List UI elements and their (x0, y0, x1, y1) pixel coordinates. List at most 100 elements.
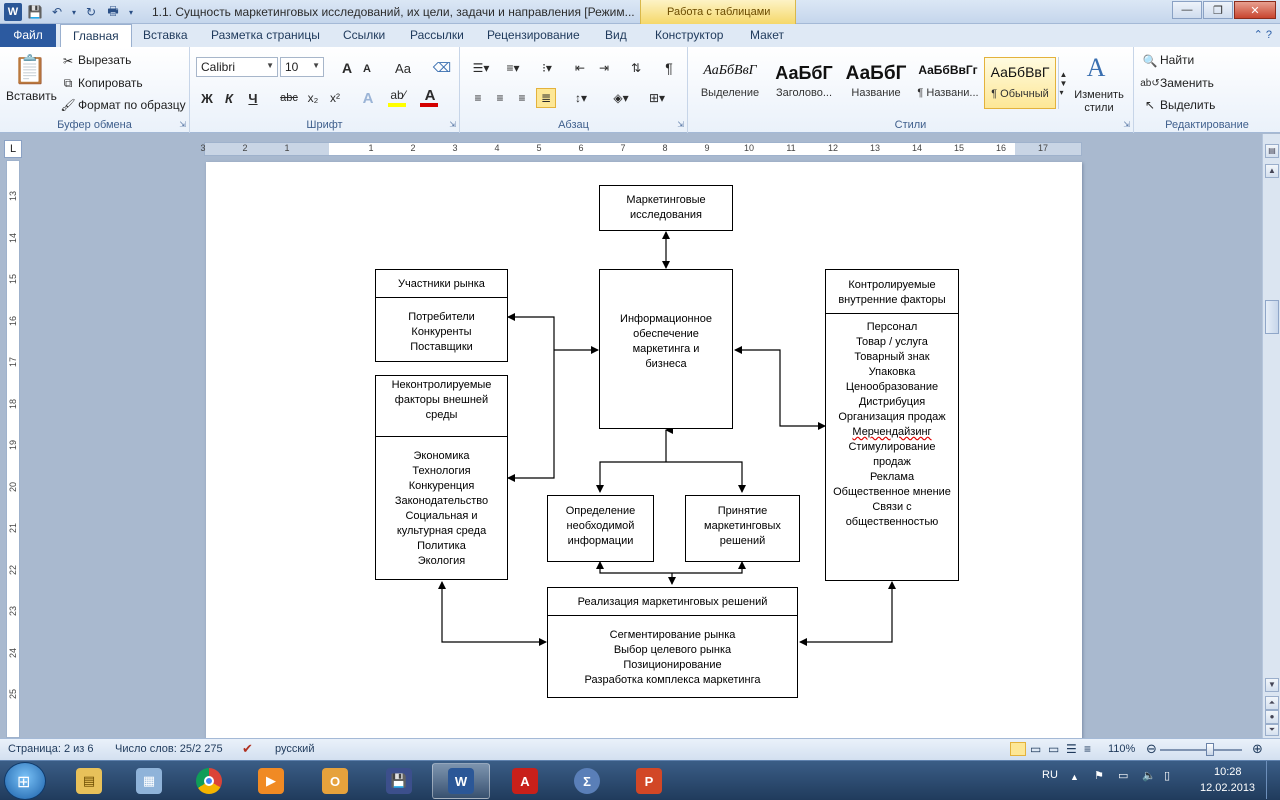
vertical-ruler[interactable]: 13 14 15 16 17 18 19 20 21 22 23 24 25 (6, 160, 20, 738)
ruler-toggle-icon[interactable]: ▤ (1265, 144, 1279, 158)
next-page-icon[interactable]: ⏷ (1265, 724, 1279, 736)
taskbar-powerpoint[interactable]: P (620, 763, 678, 799)
taskbar-calculator[interactable]: ▦ (120, 763, 178, 799)
clock-time[interactable]: 10:28 (1214, 766, 1242, 778)
cut-icon[interactable]: ✂ (60, 53, 76, 69)
web-layout-view-icon[interactable]: ▭ (1048, 742, 1059, 756)
proofing-icon[interactable]: ✔ (242, 741, 253, 757)
show-desktop-button[interactable] (1266, 761, 1278, 799)
replace-icon[interactable]: ab↺ (1140, 75, 1160, 91)
draft-view-icon[interactable]: ≡ (1084, 742, 1091, 756)
change-styles-icon[interactable]: A (1082, 53, 1110, 83)
full-screen-view-icon[interactable]: ▭ (1030, 742, 1041, 756)
scrollbar-thumb[interactable] (1265, 300, 1279, 334)
justify-icon[interactable]: ≣ (536, 88, 556, 108)
find-button[interactable]: Найти (1160, 53, 1194, 67)
dialog-launcher-icon[interactable]: ⇲ (677, 120, 684, 129)
superscript-icon[interactable]: x² (326, 89, 344, 107)
select-icon[interactable]: ↖ (1142, 97, 1158, 113)
paste-icon[interactable]: 📋 (12, 51, 48, 87)
document-page[interactable]: Маркетинговые исследования Информационно… (206, 162, 1082, 738)
taskbar-explorer[interactable]: ▤ (60, 763, 118, 799)
underline-icon[interactable]: Ч (244, 89, 262, 107)
minimize-button[interactable]: — (1172, 1, 1202, 19)
volume-icon[interactable]: 🔈 (1142, 769, 1156, 782)
align-left-icon[interactable]: ≡ (468, 89, 488, 107)
grow-font-icon[interactable]: A (338, 59, 356, 77)
language-indicator[interactable]: русский (275, 743, 314, 755)
style-emphasis[interactable]: АаБбВвГ Выделение (694, 57, 766, 109)
bullets-icon[interactable]: ☰▾ (468, 59, 494, 77)
zoom-slider-track[interactable] (1160, 749, 1242, 751)
multilevel-list-icon[interactable]: ⁝▾ (534, 59, 560, 77)
taskbar-word[interactable]: W (432, 763, 490, 799)
outline-view-icon[interactable]: ☰ (1066, 742, 1077, 756)
word-app-icon[interactable]: W (4, 3, 22, 21)
scroll-down-icon[interactable]: ▼ (1265, 678, 1279, 692)
tab-insert[interactable]: Вставка (143, 28, 188, 42)
taskbar-chrome[interactable] (180, 763, 238, 799)
dialog-launcher-icon[interactable]: ⇲ (449, 120, 456, 129)
highlight-icon[interactable]: ab⁄ (388, 87, 408, 103)
style-normal[interactable]: АаБбВвГ ¶ Обычный (984, 57, 1056, 109)
taskbar-math[interactable]: Σ (558, 763, 616, 799)
browse-object-icon[interactable]: ● (1265, 710, 1279, 724)
tab-file[interactable]: Файл (0, 24, 56, 47)
subscript-icon[interactable]: x₂ (304, 89, 322, 107)
undo-icon[interactable]: ↶ (48, 3, 66, 21)
print-layout-view-icon[interactable] (1010, 742, 1026, 756)
tab-stop-selector[interactable]: L (4, 140, 22, 158)
tab-view[interactable]: Вид (605, 28, 627, 42)
tray-expand-icon[interactable]: ▲ (1070, 772, 1079, 782)
tab-layout[interactable]: Макет (750, 28, 784, 42)
style-caption[interactable]: АаБбВвГг ¶ Названи... (912, 57, 984, 109)
page-counter[interactable]: Страница: 2 из 6 (8, 743, 94, 755)
tab-references[interactable]: Ссылки (343, 28, 385, 42)
tab-home[interactable]: Главная (60, 24, 132, 48)
network-icon[interactable]: ▭ (1118, 769, 1128, 782)
flag-icon[interactable]: ⚑ (1094, 769, 1104, 782)
format-painter-icon[interactable]: 🖌 (60, 97, 76, 113)
word-count[interactable]: Число слов: 25/2 275 (115, 743, 223, 755)
font-color-icon[interactable]: A (420, 87, 440, 104)
tab-page-layout[interactable]: Разметка страницы (211, 28, 320, 42)
borders-icon[interactable]: ⊞▾ (644, 89, 670, 107)
align-right-icon[interactable]: ≡ (512, 89, 532, 107)
tab-mailings[interactable]: Рассылки (410, 28, 464, 42)
start-button[interactable]: ⊞ (4, 762, 46, 800)
scroll-up-icon[interactable]: ▲ (1265, 164, 1279, 178)
font-name-combo[interactable]: Calibri ▼ (196, 57, 278, 77)
redo-icon[interactable]: ↻ (82, 3, 100, 21)
close-button[interactable]: ✕ (1234, 1, 1276, 19)
device-icon[interactable]: ▯ (1164, 769, 1170, 782)
zoom-level[interactable]: 110% (1108, 743, 1135, 755)
shrink-font-icon[interactable]: A (360, 61, 374, 77)
clear-formatting-icon[interactable]: ⌫ (432, 59, 452, 77)
increase-indent-icon[interactable]: ⇥ (594, 59, 614, 77)
select-button[interactable]: Выделить (1160, 98, 1215, 112)
bold-icon[interactable]: Ж (198, 89, 216, 107)
previous-page-icon[interactable]: ⏶ (1265, 696, 1279, 710)
input-language[interactable]: RU (1042, 769, 1058, 781)
line-spacing-icon[interactable]: ↕▾ (568, 89, 594, 107)
cut-button[interactable]: Вырезать (78, 53, 131, 67)
zoom-in-icon[interactable]: ⊕ (1252, 741, 1263, 757)
tab-design[interactable]: Конструктор (655, 28, 723, 42)
vertical-scrollbar[interactable]: ▤ ▲ ▼ ⏶ ● ⏷ (1262, 134, 1280, 738)
tab-review[interactable]: Рецензирование (487, 28, 580, 42)
zoom-slider-thumb[interactable] (1206, 743, 1214, 756)
taskbar-media-player[interactable]: ▶ (242, 763, 300, 799)
find-icon[interactable]: 🔍 (1142, 53, 1158, 69)
sort-icon[interactable]: ⇅ (626, 59, 646, 77)
change-styles-button[interactable]: Изменить стили (1074, 89, 1124, 115)
text-effects-icon[interactable]: A (358, 89, 378, 107)
copy-icon[interactable]: ⧉ (60, 75, 76, 91)
italic-icon[interactable]: К (220, 89, 238, 107)
taskbar-acrobat[interactable]: A (496, 763, 554, 799)
taskbar-outlook[interactable]: O (306, 763, 364, 799)
dialog-launcher-icon[interactable]: ⇲ (179, 120, 186, 129)
help-icon[interactable]: ⌃ ? (1254, 28, 1272, 41)
numbering-icon[interactable]: ≡▾ (500, 59, 526, 77)
style-heading[interactable]: АаБбГ Заголово... (768, 57, 840, 109)
taskbar-disk[interactable]: 💾 (370, 763, 428, 799)
